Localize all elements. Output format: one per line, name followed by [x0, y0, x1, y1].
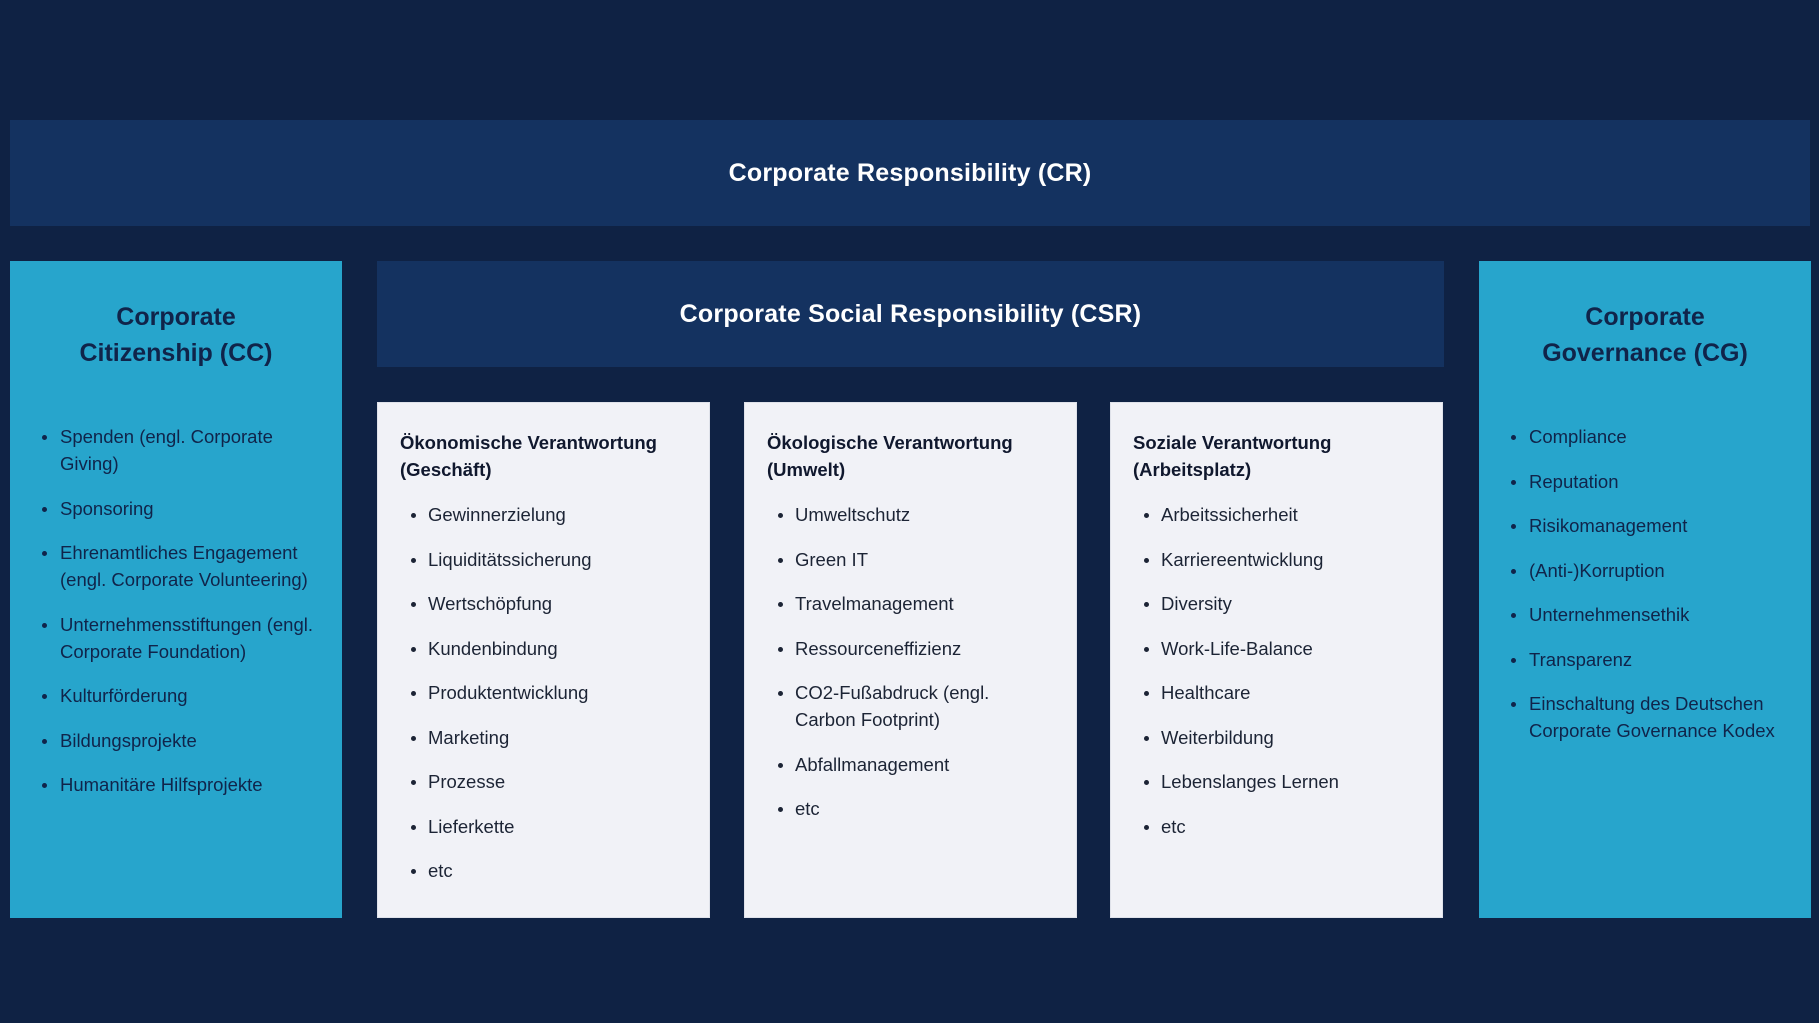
cc-list-item: Ehrenamtliches Engagement (engl. Corpora… [38, 539, 314, 593]
cg-list-item: Risikomanagement [1507, 512, 1783, 539]
cc-list-item: Humanitäre Hilfsprojekte [38, 771, 314, 798]
pillar-list-item: Karriereentwicklung [1133, 546, 1420, 573]
pillar-economic-title: Ökonomische Verantwortung (Geschäft) [400, 432, 657, 480]
cg-title-line1: Corporate [1585, 303, 1705, 331]
cg-list-item: Compliance [1507, 423, 1783, 450]
pillar-social-title: Soziale Verantwortung (Arbeitsplatz) [1133, 432, 1332, 480]
cr-header-bar: Corporate Responsibility (CR) [10, 120, 1810, 226]
csr-header-bar: Corporate Social Responsibility (CSR) [377, 261, 1444, 367]
pillar-list-item: Produktentwicklung [400, 679, 687, 706]
cc-title: Corporate Citizenship (CC) [38, 299, 314, 371]
cg-list-item: (Anti-)Korruption [1507, 557, 1783, 584]
pillar-list-item: Lebenslanges Lernen [1133, 768, 1420, 795]
pillar-list-item: Umweltschutz [767, 501, 1054, 528]
pillar-list-item: etc [400, 857, 687, 884]
cg-list-item: Transparenz [1507, 646, 1783, 673]
pillar-list-item: Lieferkette [400, 813, 687, 840]
pillar-list-item: Diversity [1133, 590, 1420, 617]
pillar-list-item: Marketing [400, 724, 687, 751]
cg-title: Corporate Governance (CG) [1507, 299, 1783, 371]
cc-list-item: Sponsoring [38, 495, 314, 522]
pillar-list-item: Arbeitssicherheit [1133, 501, 1420, 528]
cc-title-line1: Corporate [116, 303, 236, 331]
cg-list-item: Einschaltung des Deutschen Corporate Gov… [1507, 690, 1783, 744]
cc-list-item: Spenden (engl. Corporate Giving) [38, 423, 314, 477]
pillar-list-item: Work-Life-Balance [1133, 635, 1420, 662]
cg-column: Corporate Governance (CG) Compliance Rep… [1479, 261, 1811, 918]
cc-column: Corporate Citizenship (CC) Spenden (engl… [10, 261, 342, 918]
pillar-list-item: etc [1133, 813, 1420, 840]
pillar-ecological: Ökologische Verantwortung (Umwelt) Umwel… [744, 402, 1077, 918]
pillar-list-item: Healthcare [1133, 679, 1420, 706]
cc-list-item: Bildungsprojekte [38, 727, 314, 754]
cc-list-item: Unternehmensstiftungen (engl. Corporate … [38, 611, 314, 665]
cr-title: Corporate Responsibility (CR) [728, 158, 1092, 187]
pillar-social: Soziale Verantwortung (Arbeitsplatz) Arb… [1110, 402, 1443, 918]
pillar-list-item: Ressourceneffizienz [767, 635, 1054, 662]
pillar-list-item: Weiterbildung [1133, 724, 1420, 751]
pillar-list-item: Kundenbindung [400, 635, 687, 662]
cg-title-line2: Governance (CG) [1542, 339, 1748, 367]
pillar-list-item: CO2-Fußabdruck (engl. Carbon Footprint) [767, 679, 1054, 733]
cc-list-item: Kulturförderung [38, 682, 314, 709]
pillar-list-item: Liquiditätssicherung [400, 546, 687, 573]
pillar-list-item: Gewinnerzielung [400, 501, 687, 528]
pillar-economic: Ökonomische Verantwortung (Geschäft) Gew… [377, 402, 710, 918]
cc-list: Spenden (engl. Corporate Giving) Sponsor… [38, 423, 314, 798]
pillar-list-item: Wertschöpfung [400, 590, 687, 617]
cg-list: Compliance Reputation Risikomanagement (… [1507, 423, 1783, 744]
cc-title-line2: Citizenship (CC) [79, 339, 273, 367]
pillar-list-item: Prozesse [400, 768, 687, 795]
pillar-list-item: Abfallmanagement [767, 751, 1054, 778]
pillar-social-list: Arbeitssicherheit Karriereentwicklung Di… [1133, 501, 1420, 840]
pillar-ecological-title: Ökologische Verantwortung (Umwelt) [767, 432, 1013, 480]
pillar-list-item: Travelmanagement [767, 590, 1054, 617]
pillar-list-item: Green IT [767, 546, 1054, 573]
csr-title: Corporate Social Responsibility (CSR) [679, 299, 1142, 328]
pillar-ecological-list: Umweltschutz Green IT Travelmanagement R… [767, 501, 1054, 822]
pillar-list-item: etc [767, 795, 1054, 822]
cg-list-item: Unternehmensethik [1507, 601, 1783, 628]
cg-list-item: Reputation [1507, 468, 1783, 495]
pillar-economic-list: Gewinnerzielung Liquiditätssicherung Wer… [400, 501, 687, 884]
